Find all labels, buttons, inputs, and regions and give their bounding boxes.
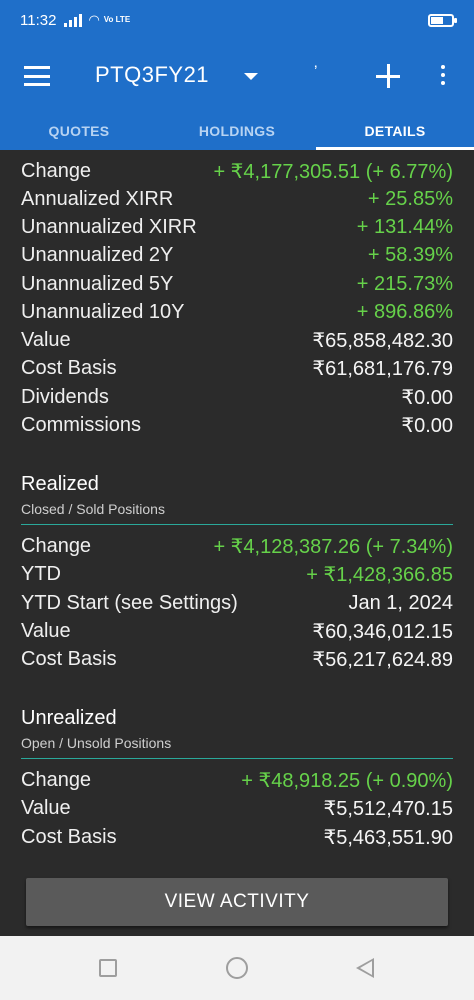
summary-row-unannualized-5y: Unannualized 5Y + 215.73%	[21, 270, 453, 298]
row-value: ₹0.00	[401, 386, 453, 409]
row-value: + ₹4,177,305.51 (+ 6.77%)	[213, 160, 453, 183]
row-label: Change	[21, 159, 92, 182]
row-value: ₹56,217,624.89	[312, 648, 453, 671]
row-label: Unannualized 2Y	[21, 243, 174, 266]
row-label: Change	[21, 768, 92, 791]
row-label: YTD Start (see Settings)	[21, 591, 238, 614]
row-value: + 896.86%	[356, 300, 453, 323]
row-label: Cost Basis	[21, 825, 117, 848]
menu-icon[interactable]	[24, 66, 50, 86]
row-value: ₹0.00	[401, 414, 453, 437]
row-label: Unannualized XIRR	[21, 215, 197, 238]
realized-row-change: Change + ₹4,128,387.26 (+ 7.34%)	[21, 532, 453, 560]
more-icon[interactable]	[441, 65, 445, 85]
row-label: Value	[21, 328, 71, 351]
summary-row-annualized-xirr: Annualized XIRR + 25.85%	[21, 185, 453, 213]
row-label: Value	[21, 796, 71, 819]
row-value: ₹5,512,470.15	[323, 797, 453, 820]
signal-icon	[64, 13, 83, 27]
unrealized-row-cost-basis: Cost Basis ₹5,463,551.90	[21, 823, 453, 851]
row-value: + 58.39%	[367, 243, 453, 266]
summary-row-cost-basis: Cost Basis ₹61,681,176.79	[21, 354, 453, 382]
row-label: Change	[21, 534, 92, 557]
row-label: Cost Basis	[21, 647, 117, 670]
row-value: ₹5,463,551.90	[323, 826, 453, 849]
row-value: Jan 1, 2024	[348, 591, 453, 614]
back-icon[interactable]	[356, 958, 374, 978]
unrealized-title: Unrealized	[21, 707, 117, 729]
row-value: + 131.44%	[356, 215, 453, 238]
row-value: ₹65,858,482.30	[312, 329, 453, 352]
realized-divider	[21, 524, 453, 525]
row-label: Commissions	[21, 413, 142, 436]
dropdown-icon[interactable]	[244, 73, 258, 80]
view-activity-button[interactable]: VIEW ACTIVITY	[26, 878, 448, 926]
home-icon[interactable]	[226, 957, 248, 979]
row-label: YTD	[21, 562, 61, 585]
system-nav-bar	[0, 936, 474, 1000]
summary-row-unannualized-10y: Unannualized 10Y + 896.86%	[21, 298, 453, 326]
row-value: ₹60,346,012.15	[312, 620, 453, 643]
network-indicator: Vo LTE	[103, 15, 131, 24]
row-label: Dividends	[21, 385, 109, 408]
recents-icon[interactable]	[99, 959, 117, 977]
tab-details[interactable]: DETAILS	[316, 110, 474, 150]
summary-row-dividends: Dividends ₹0.00	[21, 383, 453, 411]
row-value: + 215.73%	[356, 272, 453, 295]
realized-subtitle: Closed / Sold Positions	[21, 501, 165, 517]
row-value: + ₹1,428,366.85	[306, 563, 453, 586]
unrealized-subtitle: Open / Unsold Positions	[21, 735, 172, 751]
row-label: Unannualized 5Y	[21, 272, 174, 295]
summary-row-change: Change + ₹4,177,305.51 (+ 6.77%)	[21, 157, 453, 185]
row-value: + ₹4,128,387.26 (+ 7.34%)	[213, 535, 453, 558]
row-label: Value	[21, 619, 71, 642]
details-panel[interactable]: Change + ₹4,177,305.51 (+ 6.77%) Annuali…	[0, 150, 474, 936]
app-bar: PTQ3FY21 ʼ	[0, 40, 474, 110]
realized-row-value: Value ₹60,346,012.15	[21, 617, 453, 645]
summary-row-unannualized-2y: Unannualized 2Y + 58.39%	[21, 241, 453, 269]
realized-row-cost-basis: Cost Basis ₹56,217,624.89	[21, 645, 453, 673]
row-value: ₹61,681,176.79	[312, 357, 453, 380]
tick-icon[interactable]: ʼ	[314, 64, 318, 82]
summary-row-value: Value ₹65,858,482.30	[21, 326, 453, 354]
unrealized-row-change: Change + ₹48,918.25 (+ 0.90%)	[21, 766, 453, 794]
realized-row-ytd: YTD + ₹1,428,366.85	[21, 560, 453, 588]
row-value: + 25.85%	[367, 187, 453, 210]
realized-title: Realized	[21, 473, 99, 495]
unrealized-row-value: Value ₹5,512,470.15	[21, 794, 453, 822]
tab-holdings[interactable]: HOLDINGS	[158, 110, 316, 150]
realized-row-ytd-start: YTD Start (see Settings) Jan 1, 2024	[21, 589, 453, 617]
row-label: Unannualized 10Y	[21, 300, 185, 323]
portfolio-title[interactable]: PTQ3FY21	[95, 62, 209, 88]
unrealized-divider	[21, 758, 453, 759]
row-label: Annualized XIRR	[21, 187, 174, 210]
status-bar: 11:32 ◠ Vo LTE	[0, 0, 474, 40]
tab-bar: QUOTES HOLDINGS DETAILS	[0, 110, 474, 150]
battery-icon	[428, 13, 457, 27]
summary-row-unannualized-xirr: Unannualized XIRR + 131.44%	[21, 213, 453, 241]
row-label: Cost Basis	[21, 356, 117, 379]
status-time: 11:32	[20, 11, 57, 29]
summary-row-commissions: Commissions ₹0.00	[21, 411, 453, 439]
wifi-icon: ◠	[88, 12, 100, 27]
row-value: + ₹48,918.25 (+ 0.90%)	[241, 769, 453, 792]
tab-quotes[interactable]: QUOTES	[0, 110, 158, 150]
add-icon[interactable]	[376, 64, 400, 88]
